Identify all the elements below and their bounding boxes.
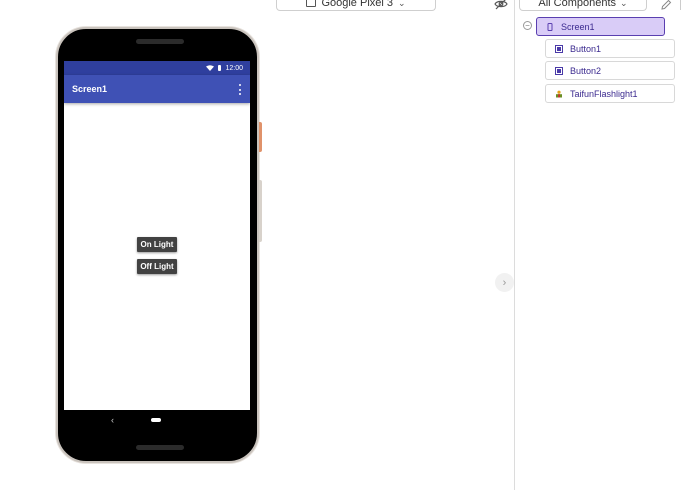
chevron-right-icon[interactable]: › (495, 273, 514, 292)
wifi-icon (206, 65, 215, 71)
tree-node-label: TaifunFlashlight1 (570, 88, 638, 99)
back-icon[interactable]: ‹ (111, 415, 114, 425)
tree-node-screen1[interactable]: Screen1 (536, 17, 665, 36)
button-icon (555, 44, 563, 53)
phone-volume-button (259, 180, 262, 242)
components-filter-dropdown[interactable]: All Components ⌄ (519, 0, 647, 11)
status-time: 12:00 (225, 64, 243, 72)
designer-workspace: Google Pixel 3 ⌄ 12:00 Screen1 On Light … (0, 0, 690, 490)
device-selector[interactable]: Google Pixel 3 ⌄ (276, 0, 436, 11)
components-filter-label: All Components (538, 0, 617, 9)
overflow-menu-icon[interactable] (239, 84, 242, 95)
tree-node-button1[interactable]: Button1 (545, 39, 675, 58)
phone-power-button (259, 122, 262, 152)
button-icon (555, 66, 563, 75)
eye-off-icon[interactable] (494, 0, 508, 10)
status-bar: 12:00 (64, 61, 250, 75)
flashlight-extension-icon (556, 90, 562, 97)
tree-node-label: Screen1 (561, 21, 595, 32)
toolbar-divider (680, 0, 681, 10)
components-panel: All Components ⌄ − Screen1 Button1 Butto… (514, 0, 690, 490)
phone-icon (547, 22, 553, 31)
app-title: Screen1 (72, 84, 108, 94)
home-icon[interactable] (151, 418, 161, 422)
phone-speaker-bottom (136, 445, 184, 450)
chevron-down-icon: ⌄ (620, 0, 628, 8)
phone-screen[interactable]: 12:00 Screen1 On Light Off Light ‹ (64, 61, 250, 431)
collapse-icon[interactable]: − (523, 21, 532, 30)
tree-node-taifunflashlight1[interactable]: TaifunFlashlight1 (545, 84, 675, 103)
battery-icon (218, 65, 222, 71)
navigation-bar: ‹ (64, 410, 250, 431)
tree-node-label: Button1 (570, 43, 602, 54)
tree-node-button2[interactable]: Button2 (545, 61, 675, 80)
on-light-button[interactable]: On Light (137, 237, 177, 252)
phone-speaker-top (136, 39, 184, 44)
off-light-button[interactable]: Off Light (137, 259, 177, 274)
app-title-bar: Screen1 (64, 75, 250, 103)
pencil-icon[interactable] (660, 0, 672, 11)
tree-node-label: Button2 (570, 65, 602, 76)
device-icon (306, 0, 317, 7)
chevron-down-icon: ⌄ (398, 0, 406, 8)
device-selector-label: Google Pixel 3 (321, 0, 393, 9)
